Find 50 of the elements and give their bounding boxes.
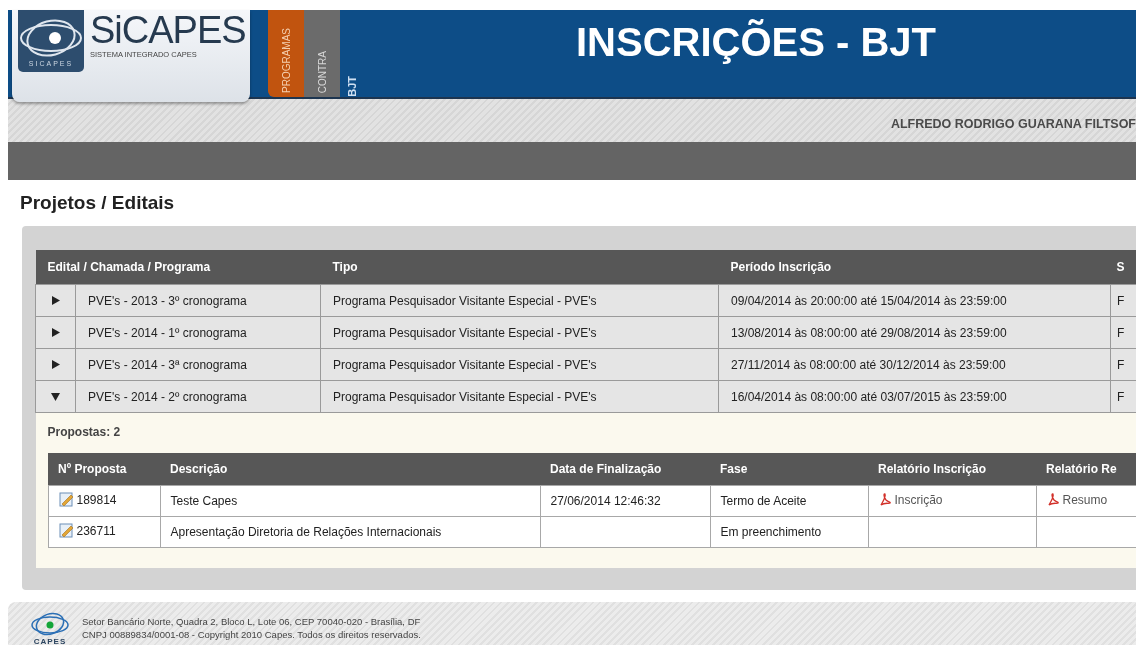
table-cell: 27/06/2014 12:46:32 [540,485,710,517]
table-cell: F [1110,284,1136,317]
user-name: ALFREDO RODRIGO GUARANA FILTSOF [890,115,1136,131]
column-header: Tipo [320,250,719,285]
column-header: Descrição [160,453,540,486]
proposal-number[interactable]: 236711 [76,523,116,538]
table-cell: PVE's - 2013 - 3º cronograma [75,284,321,317]
page-title: INSCRIÇÕES - BJT [576,18,937,66]
context-label: BJT [346,75,358,97]
table-cell: Teste Capes [160,485,540,517]
column-header: S [1110,250,1136,285]
report-link[interactable]: Inscrição [878,492,943,507]
section-title: Projetos / Editais [20,192,176,214]
table-cell: 09/04/2014 às 20:00:00 até 15/04/2014 às 23:59:00 [718,284,1111,317]
table-cell: PVE's - 2014 - 3ª cronograma [75,348,321,381]
expand-arrow-icon[interactable] [51,391,60,401]
expand-arrow-icon[interactable] [51,295,60,305]
table-cell: 16/04/2014 às 08:00:00 até 03/07/2015 às 23:59:00 [718,380,1111,413]
table-cell: Em preenchimento [710,516,868,548]
footer-text: Setor Bancário Norte, Quadra 2, Bloco L, Lote 06, CEP 70040-020 - Brasília, DF [82,616,421,627]
table-cell: 13/08/2014 às 08:00:00 até 29/08/2014 às 23:59:00 [718,316,1111,349]
table-cell: Programa Pesquisador Visitante Especial - PVE's [320,380,719,413]
column-header: Nº Proposta [48,453,160,486]
table-cell: 27/11/2014 às 08:00:00 até 30/12/2014 às 23:59:00 [718,348,1111,381]
column-header: Fase [710,453,868,486]
table-cell: PVE's - 2014 - 2º cronograma [75,380,321,413]
column-header: Período Inscrição [718,250,1111,285]
footer-text: CNPJ 00889834/0001-08 - Copyright 2010 Capes. Todos os direitos reservados. [82,629,421,640]
edit-document-icon[interactable] [58,523,74,538]
proposal-number[interactable]: 189814 [76,492,117,507]
edit-document-icon[interactable] [58,492,74,507]
pdf-icon [878,493,892,507]
expand-arrow-icon[interactable] [51,327,60,337]
menu-tab[interactable]: CONTRA [304,10,340,97]
column-header: Edital / Chamada / Programa [35,250,321,285]
table-cell: Programa Pesquisador Visitante Especial - PVE's [320,348,719,381]
column-header: Relatório Re [1036,453,1136,486]
column-header: Data de Finalização [540,453,710,486]
column-header: Relatório Inscrição [868,453,1036,486]
table-cell: PVE's - 2014 - 1º cronograma [75,316,321,349]
table-cell: Programa Pesquisador Visitante Especial - PVE's [320,316,719,349]
table-cell: Termo de Aceite [710,485,868,517]
table-cell: Apresentação Diretoria de Relações Internacionais [160,516,540,548]
expand-arrow-icon[interactable] [51,359,60,369]
logo-title: SiCAPES [90,10,246,50]
proposals-count: Propostas: 2 [47,425,122,439]
table-cell: Programa Pesquisador Visitante Especial - PVE's [320,284,719,317]
footer-logo-label: CAPES [33,636,67,645]
orbit-icon [30,610,70,637]
pdf-icon [1046,493,1060,507]
